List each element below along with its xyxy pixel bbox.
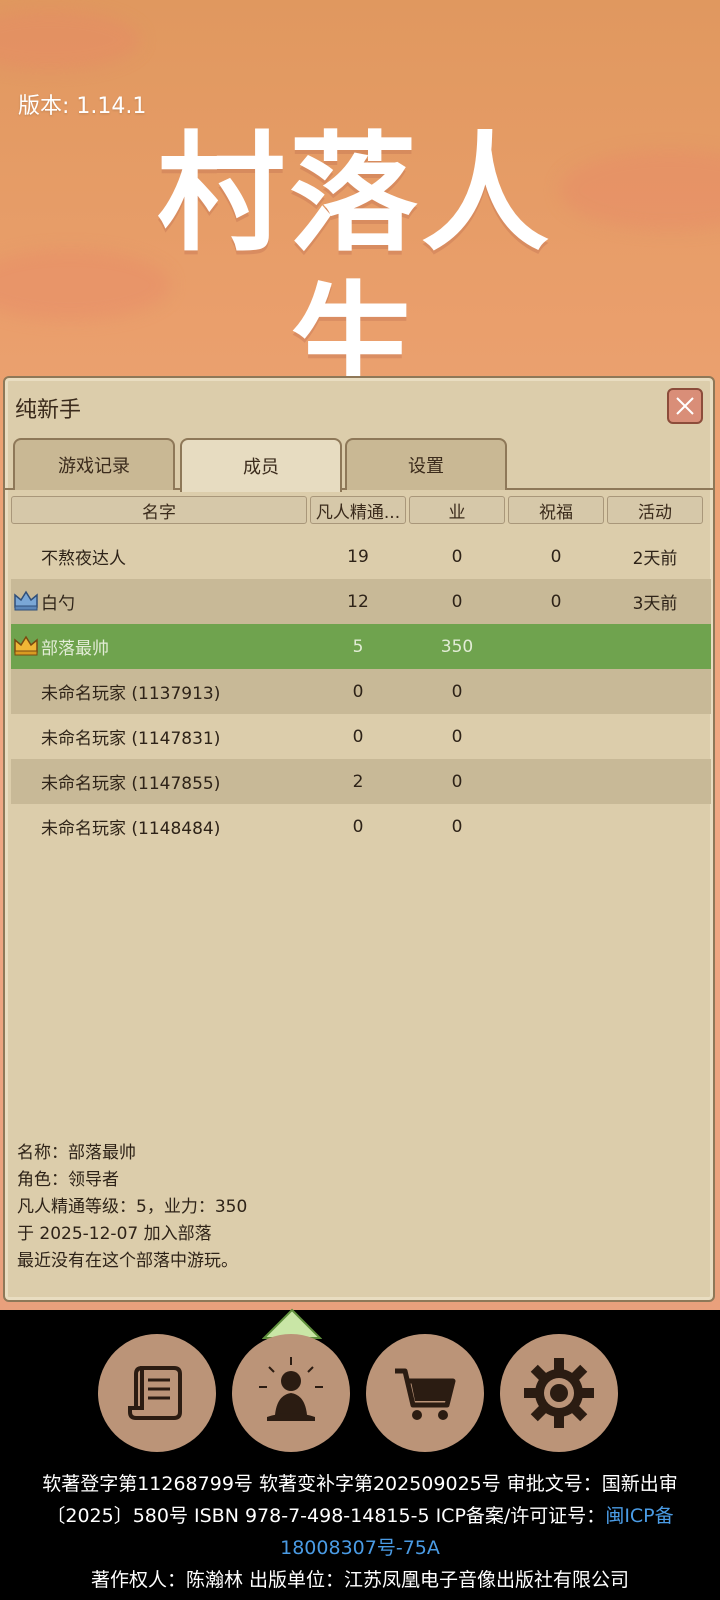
detail-stats: 凡人精通等级：5，业力：350 bbox=[17, 1197, 248, 1217]
panel-title: 纯新手 bbox=[15, 398, 82, 423]
footer-line-1: 软著登字第11268799号 软著变补字第202509025号 审批文号：国新出… bbox=[42, 1473, 678, 1495]
member-activity bbox=[607, 669, 703, 714]
member-name: 白勺 bbox=[41, 594, 75, 614]
member-karma: 350 bbox=[440, 636, 474, 657]
member-activity bbox=[607, 804, 703, 849]
member-mastery: 5 bbox=[352, 636, 364, 657]
table-row[interactable]: 未命名玩家 (1147831) 0 0 bbox=[11, 714, 711, 759]
col-blessing-header[interactable]: 祝福 bbox=[508, 496, 604, 524]
member-mastery: 0 bbox=[352, 816, 364, 837]
table-row[interactable]: 白勺 12 0 0 3天前 bbox=[11, 579, 711, 624]
gear-icon bbox=[524, 1358, 594, 1428]
member-karma: 0 bbox=[451, 591, 463, 612]
game-logo: 村落人生 bbox=[156, 120, 553, 419]
member-blessing bbox=[508, 624, 604, 669]
member-blessing bbox=[508, 714, 604, 759]
close-icon bbox=[676, 397, 694, 415]
settings-button[interactable] bbox=[500, 1334, 618, 1452]
member-activity bbox=[607, 624, 703, 669]
icp-link-continued[interactable]: 18008307号-75A bbox=[280, 1537, 440, 1559]
member-details: 名称：部落最帅 角色：领导者 凡人精通等级：5，业力：350 于 2025-12… bbox=[17, 1140, 247, 1275]
col-activity-header[interactable]: 活动 bbox=[607, 496, 703, 524]
detail-activity: 最近没有在这个部落中游玩。 bbox=[17, 1251, 238, 1271]
member-karma: 0 bbox=[451, 681, 463, 702]
member-name: 未命名玩家 (1137913) bbox=[41, 684, 221, 704]
member-activity bbox=[607, 714, 703, 759]
gold-crown-icon bbox=[14, 635, 38, 656]
col-mastery-header[interactable]: 凡人精通... bbox=[310, 496, 406, 524]
table-row[interactable]: 未命名玩家 (1147855) 2 0 bbox=[11, 759, 711, 804]
member-karma: 0 bbox=[451, 771, 463, 792]
member-karma: 0 bbox=[451, 546, 463, 567]
members-table-header: 名字 凡人精通... 业 祝福 活动 bbox=[11, 496, 711, 526]
meditation-icon bbox=[259, 1357, 323, 1421]
icp-link[interactable]: 闽ICP备 bbox=[605, 1505, 673, 1527]
shop-button[interactable] bbox=[366, 1334, 484, 1452]
records-button[interactable] bbox=[98, 1334, 216, 1452]
member-blessing: 0 bbox=[550, 591, 562, 612]
footer-license-text: 〔2025〕580号 ISBN 978-7-498-14815-5 ICP备案/… bbox=[46, 1505, 606, 1527]
table-row[interactable]: 未命名玩家 (1148484) 0 0 bbox=[11, 804, 711, 849]
close-button[interactable] bbox=[667, 388, 703, 424]
member-activity bbox=[607, 759, 703, 804]
col-name-header[interactable]: 名字 bbox=[11, 496, 307, 524]
detail-name: 名称：部落最帅 bbox=[17, 1143, 136, 1163]
meditation-button[interactable] bbox=[232, 1334, 350, 1452]
legal-footer: 软著登字第11268799号 软著变补字第202509025号 审批文号：国新出… bbox=[0, 1468, 720, 1596]
member-mastery: 0 bbox=[352, 726, 364, 747]
member-blessing bbox=[508, 804, 604, 849]
scroll-icon bbox=[128, 1366, 182, 1420]
detail-joined: 于 2025-12-07 加入部落 bbox=[17, 1224, 212, 1244]
member-name: 未命名玩家 (1148484) bbox=[41, 819, 221, 839]
footer-line-3: 18008307号-75A bbox=[0, 1532, 720, 1564]
member-name: 未命名玩家 (1147831) bbox=[41, 729, 221, 749]
tab-settings[interactable]: 设置 bbox=[345, 438, 507, 490]
member-karma: 0 bbox=[451, 726, 463, 747]
table-row[interactable]: 未命名玩家 (1137913) 0 0 bbox=[11, 669, 711, 714]
member-mastery: 19 bbox=[347, 546, 369, 567]
member-mastery: 2 bbox=[352, 771, 364, 792]
member-name: 不熬夜达人 bbox=[41, 549, 126, 569]
tribe-panel: 纯新手 游戏记录 成员 设置 名字 凡人精通... 业 祝福 活动 不熬夜达人 … bbox=[3, 376, 715, 1302]
member-activity: 2天前 bbox=[632, 549, 678, 569]
cart-icon bbox=[395, 1368, 456, 1420]
member-karma: 0 bbox=[451, 816, 463, 837]
member-name: 部落最帅 bbox=[41, 639, 109, 659]
member-mastery: 12 bbox=[347, 591, 369, 612]
member-activity: 3天前 bbox=[632, 594, 678, 614]
member-mastery: 0 bbox=[352, 681, 364, 702]
footer-line-4: 著作权人：陈瀚林 出版单位：江苏凤凰电子音像出版社有限公司 bbox=[90, 1569, 630, 1591]
member-blessing bbox=[508, 669, 604, 714]
col-karma-header[interactable]: 业 bbox=[409, 496, 505, 524]
member-name: 未命名玩家 (1147855) bbox=[41, 774, 221, 794]
version-label: 版本: 1.14.1 bbox=[18, 94, 147, 119]
members-table-body: 不熬夜达人 19 0 0 2天前 白勺 12 0 0 3天前 部落最帅 5 35… bbox=[11, 534, 711, 849]
footer-line-2: 〔2025〕580号 ISBN 978-7-498-14815-5 ICP备案/… bbox=[0, 1500, 720, 1532]
member-blessing bbox=[508, 759, 604, 804]
tab-members[interactable]: 成员 bbox=[180, 438, 342, 492]
table-row-selected[interactable]: 部落最帅 5 350 bbox=[11, 624, 711, 669]
table-row[interactable]: 不熬夜达人 19 0 0 2天前 bbox=[11, 534, 711, 579]
blue-crown-icon bbox=[14, 590, 38, 611]
tab-game-records[interactable]: 游戏记录 bbox=[13, 438, 175, 490]
member-blessing: 0 bbox=[550, 546, 562, 567]
detail-role: 角色：领导者 bbox=[17, 1170, 119, 1190]
